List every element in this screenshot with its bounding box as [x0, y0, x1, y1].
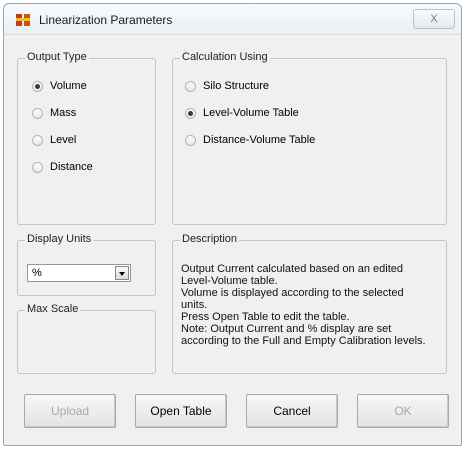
max-scale-legend: Max Scale	[25, 303, 81, 315]
dialog-window: Linearization Parameters X Output Type V…	[3, 3, 462, 446]
radio-volume-label: Volume	[50, 80, 87, 92]
radio-level-volume-table-button[interactable]	[185, 107, 196, 119]
radio-silo-structure[interactable]: Silo Structure	[185, 78, 269, 94]
display-units-select[interactable]: %	[27, 264, 131, 282]
open-table-button[interactable]: Open Table	[135, 394, 227, 428]
radio-silo-structure-button[interactable]	[185, 80, 196, 92]
calculation-using-group: Calculation Using Silo Structure Level-V…	[172, 51, 447, 225]
close-button[interactable]: X	[413, 9, 455, 29]
radio-level-volume-table-label: Level-Volume Table	[203, 107, 299, 119]
display-units-value: %	[32, 267, 42, 279]
display-units-group: Display Units %	[17, 233, 156, 296]
radio-volume[interactable]: Volume	[32, 78, 87, 94]
ok-button[interactable]: OK	[357, 394, 449, 428]
radio-level-label: Level	[50, 134, 77, 146]
radio-distance-volume-table-label: Distance-Volume Table	[203, 134, 316, 146]
dialog-body: Output Type Volume Mass Level Distance C…	[9, 35, 457, 440]
radio-distance-button[interactable]	[32, 161, 43, 173]
max-scale-group: Max Scale	[17, 303, 156, 374]
display-units-legend: Display Units	[25, 233, 94, 245]
radio-distance-volume-table-button[interactable]	[185, 134, 196, 146]
cancel-button[interactable]: Cancel	[246, 394, 338, 428]
description-legend: Description	[180, 233, 240, 245]
upload-button[interactable]: Upload	[24, 394, 116, 428]
title-bar[interactable]: Linearization Parameters X	[4, 4, 461, 35]
radio-mass-button[interactable]	[32, 107, 43, 119]
radio-level-button[interactable]	[32, 134, 43, 146]
close-icon: X	[430, 13, 438, 25]
radio-distance[interactable]: Distance	[32, 159, 93, 175]
radio-level-volume-table[interactable]: Level-Volume Table	[185, 105, 299, 121]
radio-silo-structure-label: Silo Structure	[203, 80, 270, 92]
radio-volume-button[interactable]	[32, 80, 43, 92]
app-icon	[16, 14, 30, 26]
description-text: Output Current calculated based on an ed…	[181, 263, 426, 347]
radio-mass[interactable]: Mass	[32, 105, 76, 121]
radio-distance-label: Distance	[50, 161, 93, 173]
output-type-group: Output Type Volume Mass Level Distance	[17, 51, 156, 225]
radio-distance-volume-table[interactable]: Distance-Volume Table	[185, 132, 315, 148]
radio-mass-label: Mass	[50, 107, 77, 119]
output-type-legend: Output Type	[25, 51, 89, 63]
radio-level[interactable]: Level	[32, 132, 76, 148]
window-title: Linearization Parameters	[39, 13, 173, 27]
chevron-down-icon[interactable]	[115, 266, 129, 280]
description-group: Description Output Current calculated ba…	[172, 233, 447, 374]
calculation-using-legend: Calculation Using	[180, 51, 270, 63]
